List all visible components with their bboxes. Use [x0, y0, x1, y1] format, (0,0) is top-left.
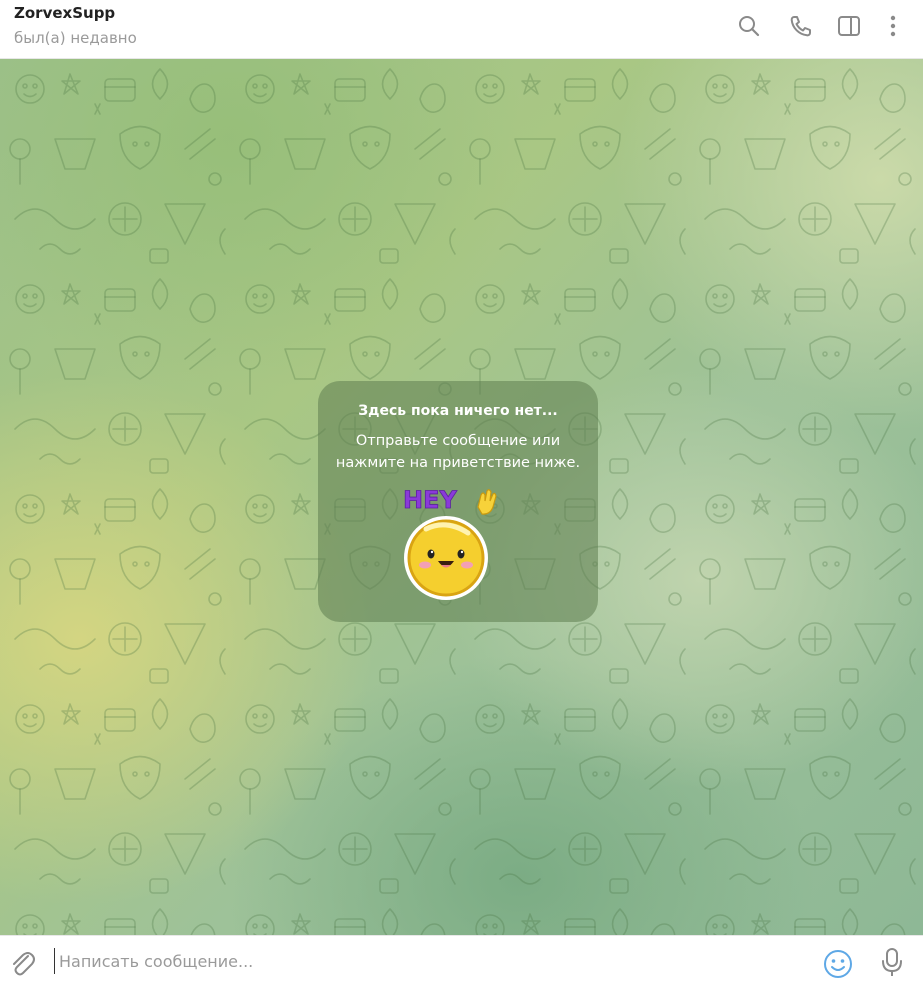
emoji-button[interactable]: [822, 948, 854, 978]
sidebar-toggle-button[interactable]: [835, 12, 863, 40]
voice-record-button[interactable]: [878, 946, 906, 978]
attach-button[interactable]: [8, 948, 36, 978]
call-button[interactable]: [786, 12, 814, 40]
message-input[interactable]: [54, 948, 759, 974]
emoji-icon: [824, 950, 852, 978]
empty-chat-title: Здесь пока ничего нет...: [358, 403, 558, 419]
chat-status: был(а) недавно: [14, 29, 137, 47]
empty-chat-hint-line1: Отправьте сообщение или: [355, 433, 561, 449]
sticker-face: [407, 519, 485, 597]
more-vertical-icon: [890, 15, 896, 37]
chat-title[interactable]: ZorvexSupp: [14, 4, 115, 22]
search-icon: [739, 16, 760, 37]
chat-header: ZorvexSupp был(а) недавно: [0, 0, 923, 59]
message-composer: [0, 935, 923, 978]
waving-hand-icon: [477, 489, 497, 515]
greeting-sticker-image: HEY: [403, 486, 497, 600]
search-button[interactable]: [735, 12, 763, 40]
sticker-hey-text: HEY: [403, 486, 457, 514]
sidebar-toggle-icon: [838, 16, 860, 36]
greeting-sticker[interactable]: HEY: [398, 481, 508, 601]
more-menu-button[interactable]: [879, 12, 907, 40]
chat-wallpaper: Здесь пока ничего нет... Отправьте сообщ…: [0, 59, 923, 935]
paperclip-icon: [13, 952, 35, 976]
empty-chat-card: Здесь пока ничего нет... Отправьте сообщ…: [318, 381, 598, 622]
empty-chat-hint: Отправьте сообщение или нажмите на приве…: [328, 430, 588, 474]
empty-chat-hint-line2: нажмите на приветствие ниже.: [335, 455, 581, 471]
phone-icon: [790, 16, 811, 37]
microphone-icon: [882, 948, 902, 976]
